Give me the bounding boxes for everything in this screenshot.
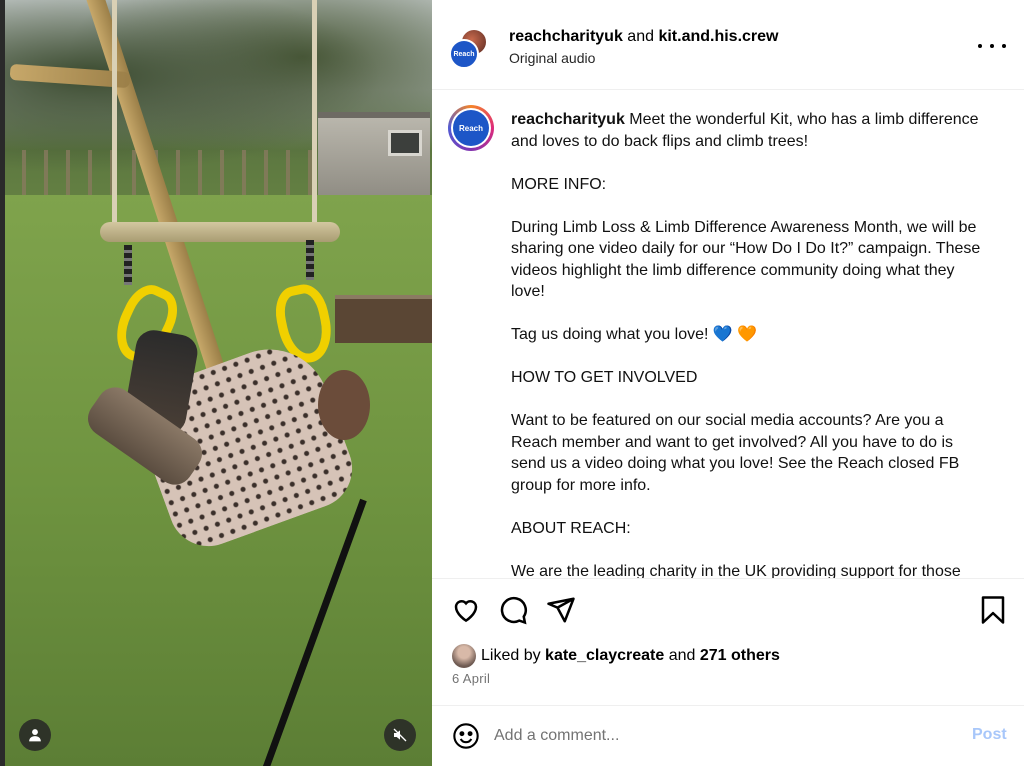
caption-tag-line: Tag us doing what you love! [511,326,709,343]
author-avatar[interactable]: Reach [449,39,479,69]
heart-icon [454,600,478,623]
audio-link[interactable]: Original audio [509,50,595,66]
swing-rope-right [312,0,317,225]
caption-paragraph-about: We are the leading charity in the UK pro… [511,562,961,579]
media-shed [318,112,430,200]
caption-avatar-logo: Reach [453,110,489,146]
emoji-button[interactable] [452,722,480,750]
speaker-muted-icon [393,728,407,742]
orange-heart-icon: 🧡 [737,326,758,343]
likes-prefix: Liked by [481,647,541,664]
more-options-button[interactable] [978,36,1006,56]
caption-avatar[interactable]: Reach [448,105,494,151]
post-caption: reachcharityuk Meet the wonderful Kit, w… [511,109,991,578]
liker-avatar[interactable] [452,644,476,668]
post-header: Reach reachcharityuk and kit.and.his.cre… [432,0,1024,90]
caption-heading-about: ABOUT REACH: [511,519,631,537]
post-authors: reachcharityuk and kit.and.his.crew [509,27,779,47]
paper-plane-icon [547,597,575,623]
mute-button[interactable] [384,719,416,751]
post-date[interactable]: 6 April [452,671,490,686]
media-garden-bed [335,295,432,343]
post-details-panel: Reach reachcharityuk and kit.and.his.cre… [432,0,1024,766]
more-dot-icon [990,44,994,48]
more-dot-icon [1002,44,1006,48]
user-tag-icon [29,729,41,742]
caption-paragraph-involved: Want to be featured on our social media … [511,412,960,494]
save-button[interactable] [978,595,1008,625]
collab-avatars[interactable]: Reach [449,28,491,70]
comment-composer: Post [432,705,1024,766]
post-comment-button[interactable]: Post [972,726,1007,744]
likes-connector: and [668,647,696,664]
likes-summary: Liked by kate_claycreate and 271 others [452,643,780,669]
comment-input[interactable] [494,722,954,750]
child-head [318,370,370,440]
caption-paragraph-campaign: During Limb Loss & Limb Difference Aware… [511,218,981,301]
likes-others-link[interactable]: 271 others [700,647,780,665]
caption-heading-get-involved: HOW TO GET INVOLVED [511,369,698,386]
liker-username-link[interactable]: kate_claycreate [545,647,664,665]
avatar-logo-text: Reach [453,50,475,58]
smiley-face-icon [453,723,479,749]
authors-connector: and [627,28,654,45]
chain-right [306,240,314,280]
post-media[interactable] [0,0,432,766]
caption-heading-more-info: MORE INFO: [511,175,607,193]
chain-left [124,245,132,285]
like-button[interactable] [451,595,481,625]
bookmark-icon [981,596,1005,624]
author-username-link[interactable]: reachcharityuk [509,28,623,45]
swing-rope-left [112,0,117,235]
caption-username-link[interactable]: reachcharityuk [511,111,625,128]
user-tags-button[interactable] [19,719,51,751]
post-actions-bar [432,578,1024,642]
media-left-edge [0,0,5,766]
more-dot-icon [978,44,982,48]
collaborator-username-link[interactable]: kit.and.his.crew [658,28,778,45]
comment-button[interactable] [498,595,528,625]
trapeze-bar [100,222,340,242]
comment-bubble-icon [500,596,527,625]
share-button[interactable] [546,595,576,625]
caption-scroll-area[interactable]: Reach reachcharityuk Meet the wonderful … [432,91,1024,578]
blue-heart-icon: 💙 [712,326,733,343]
